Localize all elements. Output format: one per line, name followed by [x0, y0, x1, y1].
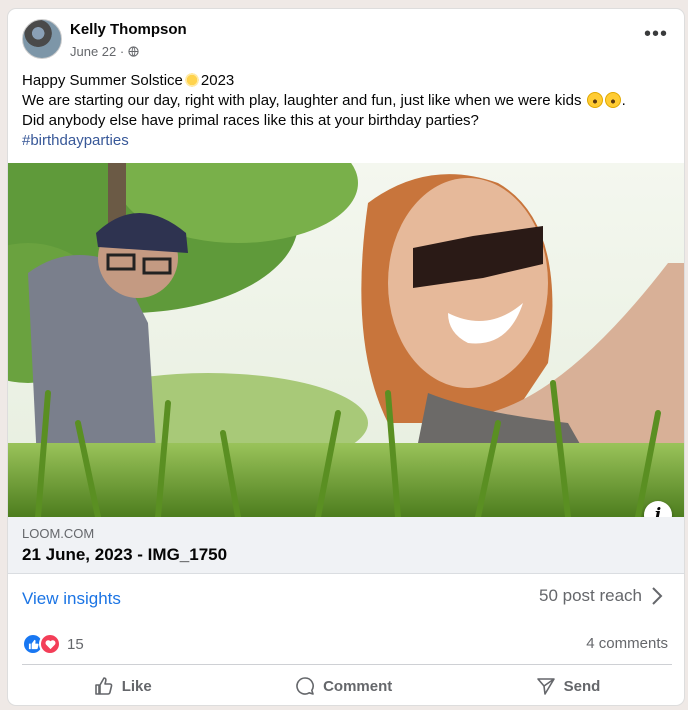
grinning-face-emoji-icon	[604, 92, 621, 108]
view-insights-link[interactable]: View insights	[22, 589, 121, 609]
post-card: Kelly Thompson June 22 · ••• Happy Summe…	[7, 8, 685, 706]
post-text-line3: Did anybody else have primal races like …	[22, 112, 479, 129]
like-button[interactable]: Like	[94, 676, 152, 696]
love-reaction-icon	[39, 633, 61, 655]
thumbs-up-icon	[94, 677, 113, 695]
grinning-face-emoji-icon	[586, 92, 603, 108]
hashtag-link[interactable]: #birthdayparties	[22, 131, 672, 151]
link-domain: LOOM.COM	[22, 526, 95, 541]
send-icon	[536, 678, 555, 695]
link-preview[interactable]: LOOM.COM 21 June, 2023 - IMG_1750	[8, 517, 684, 574]
like-label: Like	[121, 677, 152, 695]
photo-illustration	[8, 163, 684, 517]
link-title: 21 June, 2023 - IMG_1750	[22, 545, 228, 564]
comment-button[interactable]: Comment	[295, 676, 392, 696]
post-date[interactable]: June 22 ·	[70, 44, 124, 59]
chevron-right-icon	[652, 587, 663, 605]
post-text-year: 2023	[200, 72, 235, 89]
more-options-icon[interactable]: •••	[644, 24, 668, 44]
post-text: Happy Summer Solstice 2023 We are startin…	[22, 71, 672, 151]
post-text-line2: We are starting our day, right with play…	[22, 92, 582, 109]
reactions-summary[interactable]: 15	[22, 633, 84, 655]
post-reach[interactable]: 50 post reach	[539, 585, 664, 607]
author-name[interactable]: Kelly Thompson	[70, 21, 187, 38]
post-meta: June 22 ·	[70, 44, 139, 59]
post-photo[interactable]: i	[8, 163, 684, 517]
post-reach-label: 50 post reach	[538, 586, 642, 605]
post-text-line2-end: .	[621, 92, 626, 109]
post-text-line1: Happy Summer Solstice	[22, 72, 183, 89]
send-button[interactable]: Send	[536, 676, 601, 696]
divider	[22, 664, 672, 665]
comments-count[interactable]: 4 comments	[586, 635, 668, 652]
comment-icon	[296, 677, 314, 695]
reaction-count: 15	[67, 635, 84, 653]
post-header: Kelly Thompson June 22 · •••	[20, 19, 670, 63]
avatar[interactable]	[22, 19, 62, 59]
action-bar: Like Comment Send	[22, 669, 672, 703]
comment-label: Comment	[323, 677, 393, 695]
globe-icon	[128, 46, 139, 57]
send-label: Send	[563, 677, 601, 695]
sun-emoji-icon	[183, 72, 200, 88]
